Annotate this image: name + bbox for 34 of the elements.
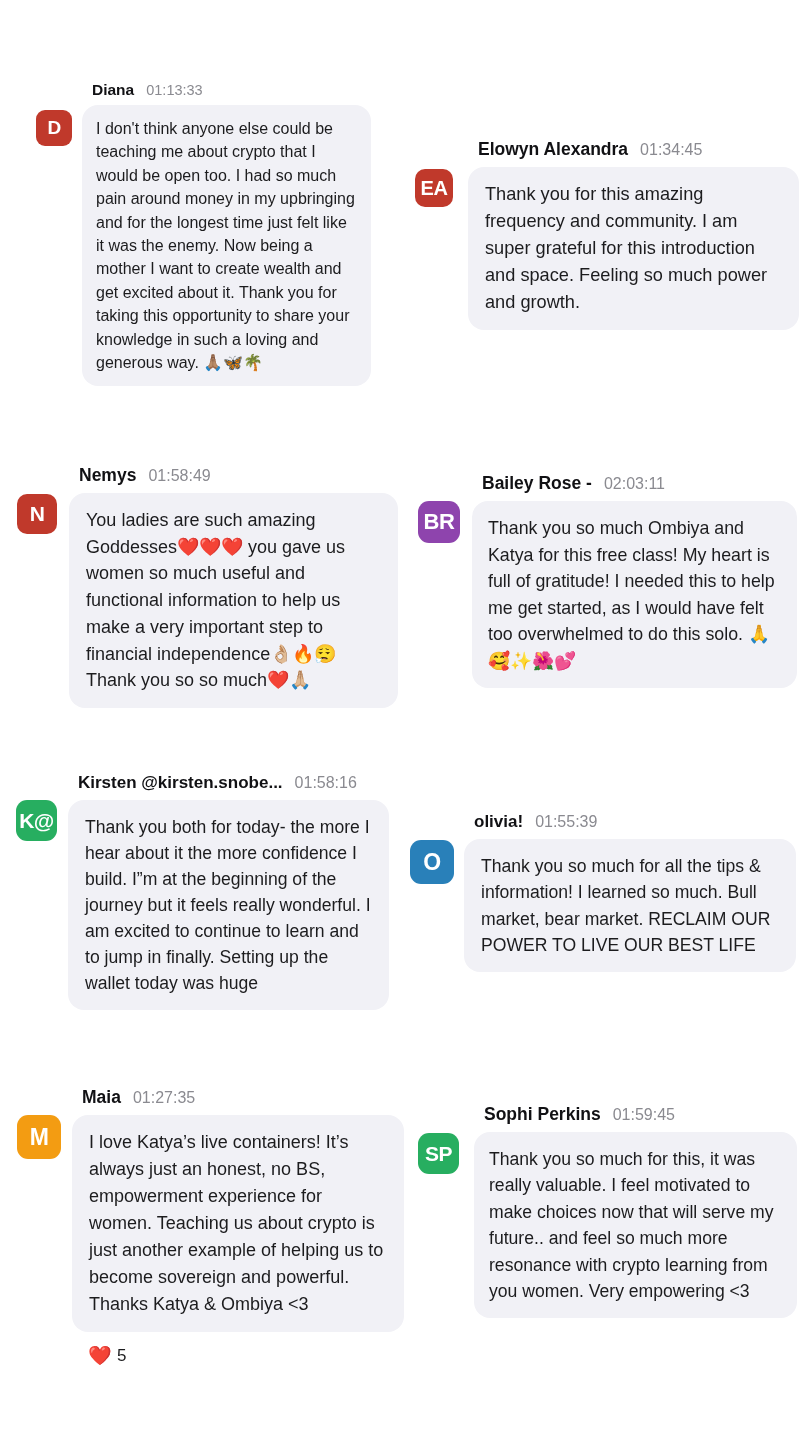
author-name: Maia bbox=[82, 1086, 121, 1108]
timestamp: 01:27:35 bbox=[132, 1088, 196, 1108]
message-text: I don't think anyone else could be teaching me about crypto that I would be open too. I had so much pain around money in my upbringing and for the longest time just felt like it was the enemy. Now being a mother I want to create wealth and get excited about it. Thank you for taking this opportunity to share your knowledge in such a loving and generous way. 🙏🏽🦋🌴 bbox=[96, 119, 356, 374]
author-name: Bailey Rose - bbox=[482, 472, 592, 494]
avatar: D bbox=[36, 110, 72, 146]
avatar: SP bbox=[418, 1133, 459, 1174]
timestamp: 01:34:45 bbox=[640, 140, 703, 160]
message-text: Thank you so much for all the tips & information! I learned so much. Bull market, bear market. RECLAIM OUR POWER TO LIVE OUR BEST LIFE bbox=[481, 855, 772, 957]
timestamp: 01:13:33 bbox=[146, 81, 203, 100]
avatar: BR bbox=[418, 501, 460, 543]
avatar: K@ bbox=[16, 800, 57, 841]
avatar: N bbox=[17, 494, 57, 534]
avatar: EA bbox=[415, 169, 453, 207]
avatar: O bbox=[410, 840, 454, 884]
author-name: Nemys bbox=[79, 464, 137, 486]
message-text: Thank you for this amazing frequency and community. I am super grateful for this introduction and space. Feeling so much power and growth. bbox=[485, 183, 769, 314]
reaction-button[interactable]: ❤ 5 bbox=[86, 1345, 129, 1367]
timestamp: 01:55:39 bbox=[535, 812, 598, 832]
message-text: Thank you so much Ombiya and Katya for this free class! My heart is full of gratitude! I needed this to help me get started, as I would have felt too overwhelmed to do this solo. 🙏 🥰✨🌺💕 bbox=[488, 517, 776, 673]
author-name: Elowyn Alexandra bbox=[478, 138, 629, 160]
message-text: I love Katya’s live containers! It’s always just an honest, no BS, empowerment experience for women. Teaching us about crypto is just another example of helping us to become sovereign and powerful. Thanks Katya & Ombiya <3 bbox=[89, 1131, 385, 1316]
message-text: Thank you so much for this, it was really valuable. I feel motivated to make choices now that will serve my future.. and feel so much more resonance with crypto learning from you women. Very empowering <3 bbox=[489, 1148, 775, 1304]
message-text: Thank you both for today- the more I hear about it the more confidence I build. I”m at the beginning of the journey but it feels really wonderful. I am excited to continue to learn and to jump in finally. Setting up the wallet today was huge bbox=[85, 816, 372, 995]
timestamp: 01:59:45 bbox=[612, 1105, 675, 1125]
heart-icon: ❤ bbox=[88, 1345, 112, 1367]
timestamp: 01:58:49 bbox=[148, 466, 211, 486]
author-name: Kirsten @kirsten.snobe... bbox=[78, 772, 283, 794]
author-name: Diana bbox=[92, 80, 135, 100]
message-text: You ladies are such amazing Goddesses❤❤❤ you gave us women so much useful and functional information to help us make a very important step to financial independence👌🏼🔥😮‍💨 Thank you so so much❤🙏🏼 bbox=[86, 509, 347, 693]
timestamp: 02:03:11 bbox=[603, 474, 665, 494]
avatar: M bbox=[17, 1115, 61, 1159]
author-name: olivia! bbox=[474, 811, 524, 833]
timestamp: 01:58:16 bbox=[294, 773, 357, 793]
author-name: Sophi Perkins bbox=[484, 1103, 601, 1125]
